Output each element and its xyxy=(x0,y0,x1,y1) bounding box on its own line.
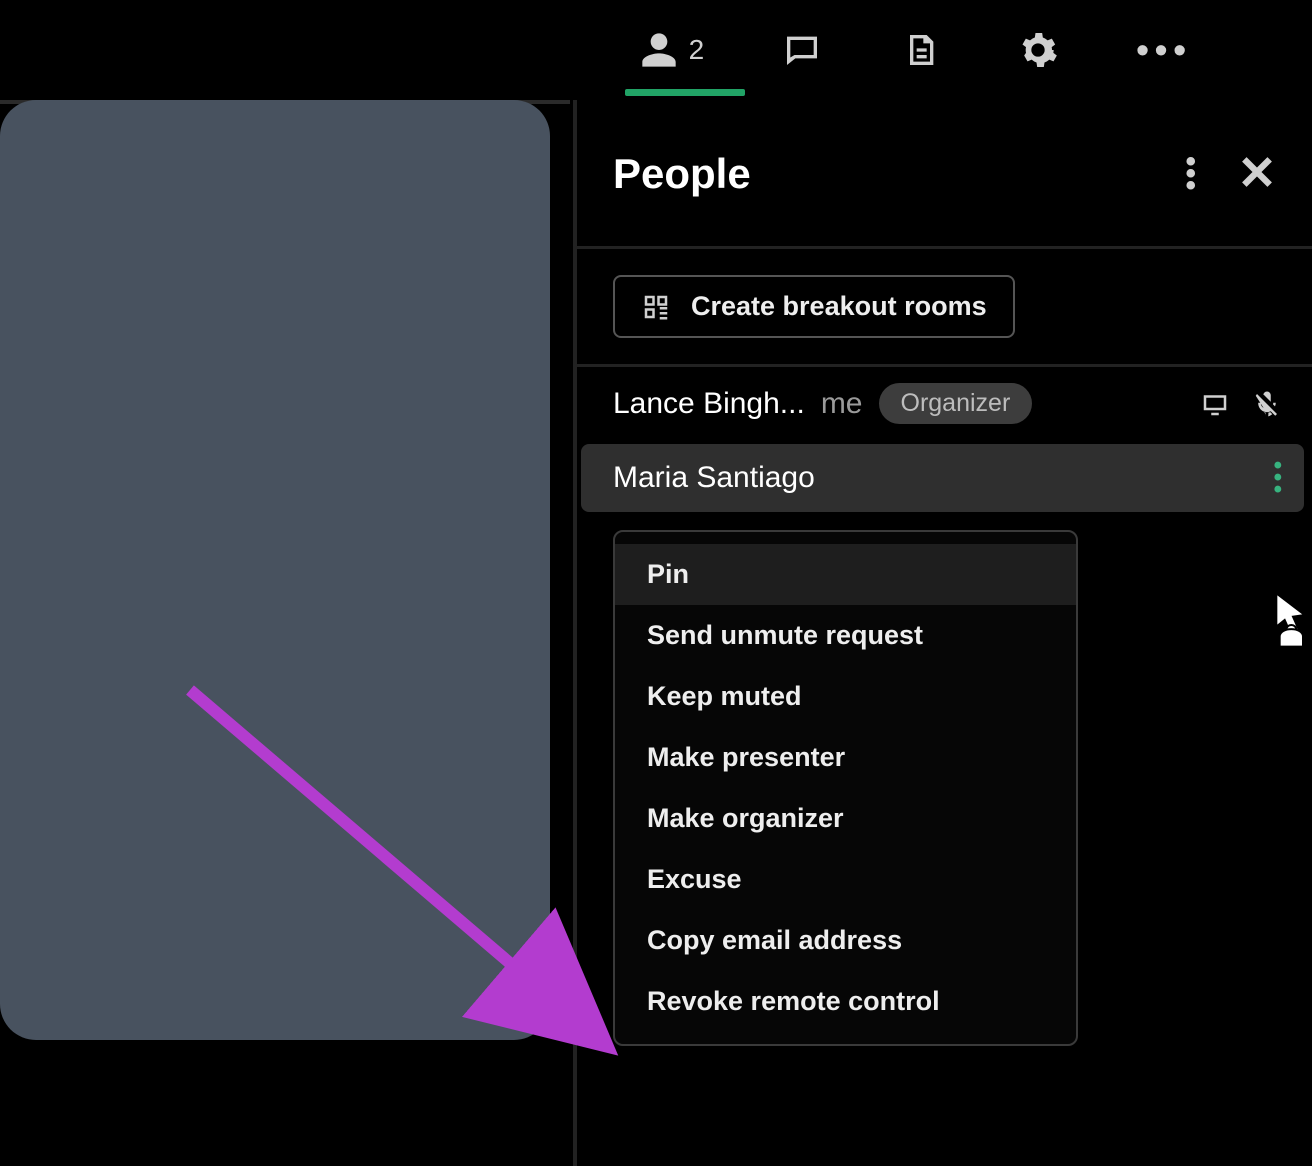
breakout-label: Create breakout rooms xyxy=(691,291,987,322)
menu-item-keep-muted[interactable]: Keep muted xyxy=(615,666,1076,727)
organizer-badge: Organizer xyxy=(879,383,1033,424)
people-toolbar-button[interactable]: 2 xyxy=(639,30,705,70)
screen-share-icon xyxy=(1200,389,1230,419)
notes-toolbar-button[interactable] xyxy=(900,30,940,70)
menu-item-send-unmute-request[interactable]: Send unmute request xyxy=(615,605,1076,666)
participant-me-label: me xyxy=(821,387,863,421)
participant-more-button[interactable]: ••• xyxy=(1274,460,1282,496)
participant-name: Lance Bingh... xyxy=(613,387,805,421)
create-breakout-rooms-button[interactable]: Create breakout rooms xyxy=(613,275,1015,338)
panel-header: People ••• xyxy=(577,100,1312,246)
cursor-icon xyxy=(1266,590,1312,650)
menu-item-make-organizer[interactable]: Make organizer xyxy=(615,788,1076,849)
menu-item-excuse[interactable]: Excuse xyxy=(615,849,1076,910)
mic-muted-icon xyxy=(1252,389,1282,419)
active-tab-indicator xyxy=(625,89,745,96)
chat-icon xyxy=(782,30,822,70)
settings-toolbar-button[interactable] xyxy=(1018,30,1058,70)
participant-status-icons xyxy=(1200,389,1282,419)
menu-item-revoke-remote-control[interactable]: Revoke remote control xyxy=(615,971,1076,1032)
menu-item-make-presenter[interactable]: Make presenter xyxy=(615,727,1076,788)
panel-title: People xyxy=(613,150,751,198)
panel-close-button[interactable] xyxy=(1238,153,1276,196)
more-icon: ••• xyxy=(1136,32,1192,68)
participant-context-menu: Pin Send unmute request Keep muted Make … xyxy=(613,530,1078,1046)
participant-name: Maria Santiago xyxy=(613,461,815,495)
panel-more-button[interactable]: ••• xyxy=(1185,156,1196,192)
close-icon xyxy=(1238,153,1276,191)
panel-header-actions: ••• xyxy=(1185,153,1276,196)
participant-row[interactable]: Lance Bingh... me Organizer xyxy=(577,367,1312,440)
menu-item-pin[interactable]: Pin xyxy=(615,544,1076,605)
menu-item-copy-email[interactable]: Copy email address xyxy=(615,910,1076,971)
notes-icon xyxy=(900,30,940,70)
people-count: 2 xyxy=(689,34,705,66)
more-toolbar-button[interactable]: ••• xyxy=(1136,32,1192,68)
breakout-icon xyxy=(641,292,671,322)
video-tile[interactable] xyxy=(0,100,550,1040)
people-icon xyxy=(639,30,679,70)
meeting-toolbar: 2 ••• xyxy=(0,0,1312,100)
participant-row[interactable]: Maria Santiago ••• xyxy=(581,444,1304,512)
chat-toolbar-button[interactable] xyxy=(782,30,822,70)
people-panel: People ••• Create breakout rooms Lance B… xyxy=(573,100,1312,1166)
breakout-row: Create breakout rooms xyxy=(577,249,1312,364)
gear-icon xyxy=(1018,30,1058,70)
